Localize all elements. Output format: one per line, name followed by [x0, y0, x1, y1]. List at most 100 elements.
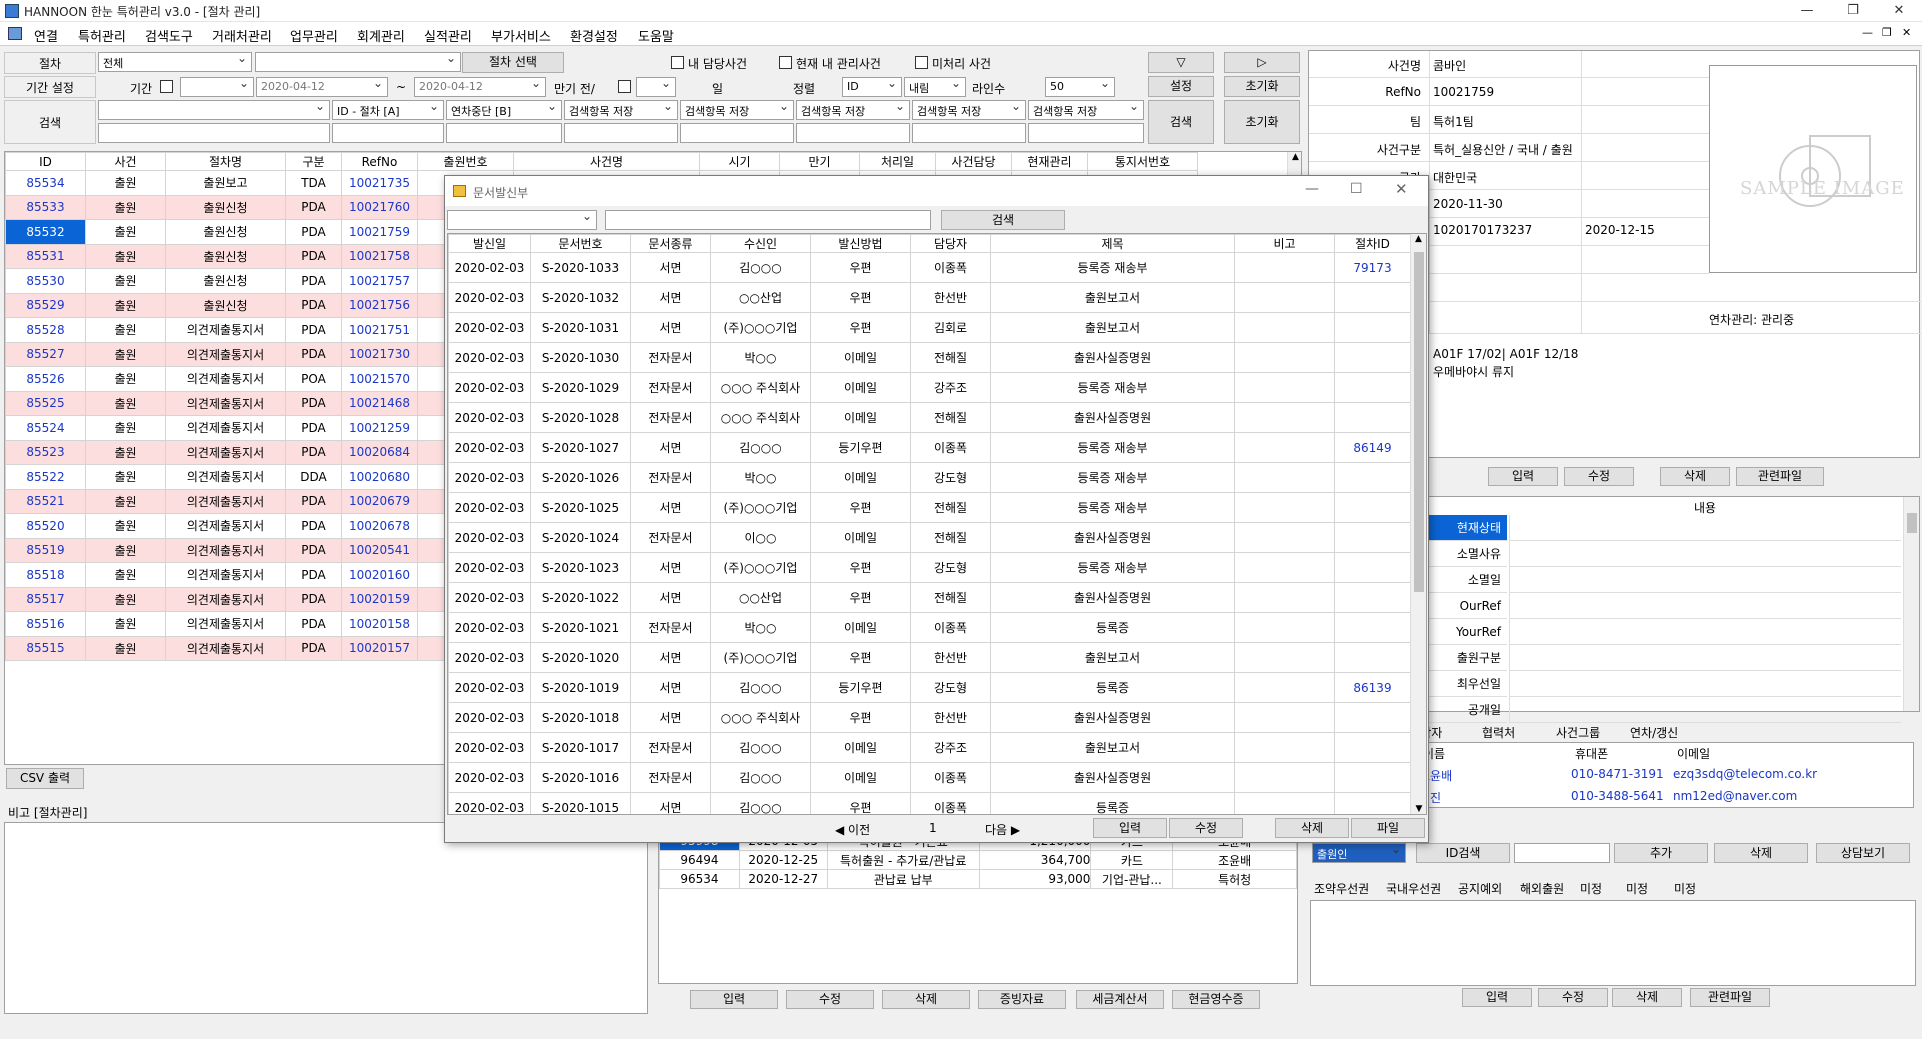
priority-tab[interactable]: 해외출원	[1520, 880, 1564, 897]
column-header[interactable]: 사건명	[513, 152, 700, 171]
proc-select[interactable]: 전체	[98, 52, 252, 72]
contact-delete-button[interactable]: 삭제	[1714, 843, 1808, 863]
dispatch-row[interactable]: 2020-02-03 S-2020-1025 서면 (주)○○○기업 우편 전해질 등록증 …	[448, 492, 1411, 523]
unprocessed-checkbox[interactable]	[915, 56, 928, 69]
search-text-3[interactable]	[446, 123, 562, 143]
contact-cell[interactable]: nm12ed@naver.com	[1673, 789, 1797, 803]
period-type-select[interactable]	[180, 77, 254, 97]
contact-cell[interactable]: 010-3488-5641	[1571, 789, 1664, 803]
case-edit-button[interactable]: 수정	[1564, 467, 1634, 486]
date-from-picker[interactable]: 2020-04-12	[256, 77, 388, 97]
dispatch-row[interactable]: 2020-02-03 S-2020-1031 서면 (주)○○○기업 우편 김회로 출원보고…	[448, 312, 1411, 343]
case-input-button[interactable]: 입력	[1488, 467, 1558, 486]
dispatch-scroll-down-icon[interactable]: ▼	[1411, 804, 1426, 814]
dispatch-row[interactable]: 2020-02-03 S-2020-1021 전자문서 박○○ 이메일 이종폭 등록증	[448, 612, 1411, 643]
priority-tab[interactable]: 국내우선권	[1386, 880, 1441, 897]
dispatch-row[interactable]: 2020-02-03 S-2020-1033 서면 김○○○ 우편 이종폭 등록증 재송부 7…	[448, 252, 1411, 283]
next-page-button[interactable]: 다음 ▶	[985, 821, 1020, 838]
column-header[interactable]: 통지서번호	[1087, 152, 1198, 171]
column-header[interactable]: 처리일	[859, 152, 936, 171]
priority-tab[interactable]: 미정	[1626, 880, 1648, 897]
priority-delete-button[interactable]: 삭제	[1612, 988, 1682, 1007]
dispatch-row[interactable]: 2020-02-03 S-2020-1024 전자문서 이○○ 이메일 전해질 출원사실증명…	[448, 522, 1411, 553]
menu-performance[interactable]: 실적관리	[424, 26, 472, 45]
priority-tab[interactable]: 조약우선권	[1314, 880, 1369, 897]
dialog-input-button[interactable]: 입력	[1093, 818, 1167, 838]
dialog-minimize-button[interactable]: —	[1305, 181, 1319, 197]
search-text-7[interactable]	[912, 123, 1026, 143]
dialog-file-button[interactable]: 파일	[1351, 818, 1425, 838]
column-header[interactable]: 사건담당	[935, 152, 1012, 171]
search-text-2[interactable]	[332, 123, 444, 143]
date-to-picker[interactable]: 2020-04-12	[414, 77, 546, 97]
due-days-select[interactable]	[636, 77, 676, 97]
search-text-4[interactable]	[564, 123, 678, 143]
tax-invoice-button[interactable]: 세금계산서	[1076, 990, 1164, 1009]
minimize-button[interactable]: —	[1784, 0, 1830, 22]
id-search-button[interactable]: ID검색	[1416, 843, 1510, 863]
prev-page-button[interactable]: ◀ 이전	[835, 821, 870, 838]
status-value[interactable]	[1509, 619, 1901, 645]
contact-cell[interactable]: ezq3sdq@telecom.co.kr	[1673, 767, 1817, 781]
period-checkbox[interactable]	[160, 80, 173, 93]
status-value[interactable]	[1509, 645, 1901, 671]
dispatch-row[interactable]: 2020-02-03 S-2020-1023 서면 (주)○○○기업 우편 강도형 등록증 …	[448, 552, 1411, 583]
payment-input-button[interactable]: 입력	[690, 990, 778, 1009]
role-select[interactable]: 출원인	[1312, 843, 1406, 863]
save-item-select-1[interactable]: 검색항목 저장	[564, 100, 678, 120]
consult-view-button[interactable]: 상담보기	[1816, 843, 1910, 863]
save-item-select-2[interactable]: 검색항목 저장	[680, 100, 794, 120]
dispatch-row[interactable]: 2020-02-03 S-2020-1019 서면 김○○○ 등기우편 강도형 등록증 861…	[448, 672, 1411, 703]
close-button[interactable]: ✕	[1876, 0, 1922, 22]
dispatch-row[interactable]: 2020-02-03 S-2020-1016 전자문서 김○○○ 이메일 이종폭 출원사실증…	[448, 762, 1411, 793]
contact-tab[interactable]: 연차/갱신	[1630, 724, 1678, 741]
save-item-select-3[interactable]: 검색항목 저장	[796, 100, 910, 120]
status-scrollbar[interactable]	[1903, 497, 1919, 711]
payment-edit-button[interactable]: 수정	[786, 990, 874, 1009]
evidence-button[interactable]: 증빙자료	[978, 990, 1066, 1009]
payment-delete-button[interactable]: 삭제	[882, 990, 970, 1009]
priority-tab[interactable]: 미정	[1674, 880, 1696, 897]
priority-files-button[interactable]: 관련파일	[1690, 988, 1770, 1007]
dialog-delete-button[interactable]: 삭제	[1275, 818, 1349, 838]
dialog-edit-button[interactable]: 수정	[1169, 818, 1243, 838]
search-text-8[interactable]	[1028, 123, 1144, 143]
csv-export-button[interactable]: CSV 출력	[6, 768, 84, 789]
payment-row[interactable]: 96534 2020-12-27 관납료 납부 93,000 기업-관납... 특허청	[659, 869, 1297, 889]
status-value[interactable]	[1509, 697, 1901, 723]
priority-edit-button[interactable]: 수정	[1538, 988, 1608, 1007]
mdi-restore-button[interactable]: ❐	[1882, 26, 1892, 39]
dispatch-column-header[interactable]: 절차ID	[1334, 234, 1411, 253]
save-item-select-4[interactable]: 검색항목 저장	[912, 100, 1026, 120]
proc-select-button[interactable]: 절차 선택	[462, 52, 564, 73]
column-header[interactable]: 사건	[85, 152, 166, 171]
priority-tab[interactable]: 공지예외	[1458, 880, 1502, 897]
column-header[interactable]: 절차명	[165, 152, 286, 171]
dialog-search-button[interactable]: 검색	[941, 210, 1065, 230]
dispatch-column-header[interactable]: 발신일	[448, 234, 531, 253]
restore-button[interactable]: ❐	[1830, 0, 1876, 22]
case-delete-button[interactable]: 삭제	[1660, 467, 1730, 486]
status-value[interactable]	[1509, 671, 1901, 697]
dispatch-scroll-up-icon[interactable]: ▲	[1411, 234, 1426, 244]
reset2-button[interactable]: 초기화	[1224, 100, 1300, 144]
status-value[interactable]	[1509, 541, 1901, 567]
dispatch-row[interactable]: 2020-02-03 S-2020-1018 서면 ○○○ 주식회사 우편 한선반 출원사실…	[448, 702, 1411, 733]
dispatch-scroll-thumb[interactable]	[1414, 252, 1424, 592]
status-value[interactable]	[1509, 593, 1901, 619]
search-text-1[interactable]	[98, 123, 330, 143]
contact-tab[interactable]: 협력처	[1482, 724, 1515, 741]
dispatch-column-header[interactable]: 문서번호	[530, 234, 631, 253]
dispatch-column-header[interactable]: 담당자	[910, 234, 991, 253]
dialog-close-button[interactable]: ✕	[1395, 180, 1408, 198]
search-button[interactable]: 검색	[1148, 100, 1214, 144]
dispatch-column-header[interactable]: 발신방법	[810, 234, 911, 253]
case-files-button[interactable]: 관련파일	[1736, 467, 1824, 486]
payment-row[interactable]: 96494 2020-12-25 특허출원 - 추가료/관납료 364,700 카드 조윤…	[659, 850, 1297, 870]
dispatch-row[interactable]: 2020-02-03 S-2020-1032 서면 ○○산업 우편 한선반 출원보고서	[448, 282, 1411, 313]
status-value[interactable]	[1509, 567, 1901, 593]
dispatch-row[interactable]: 2020-02-03 S-2020-1030 전자문서 박○○ 이메일 전해질 출원사실증명…	[448, 342, 1411, 373]
column-header[interactable]: ID	[5, 152, 86, 171]
dispatch-row[interactable]: 2020-02-03 S-2020-1015 서면 김○○○ 우편 이종폭 등록증	[448, 792, 1411, 814]
current-checkbox[interactable]	[779, 56, 792, 69]
